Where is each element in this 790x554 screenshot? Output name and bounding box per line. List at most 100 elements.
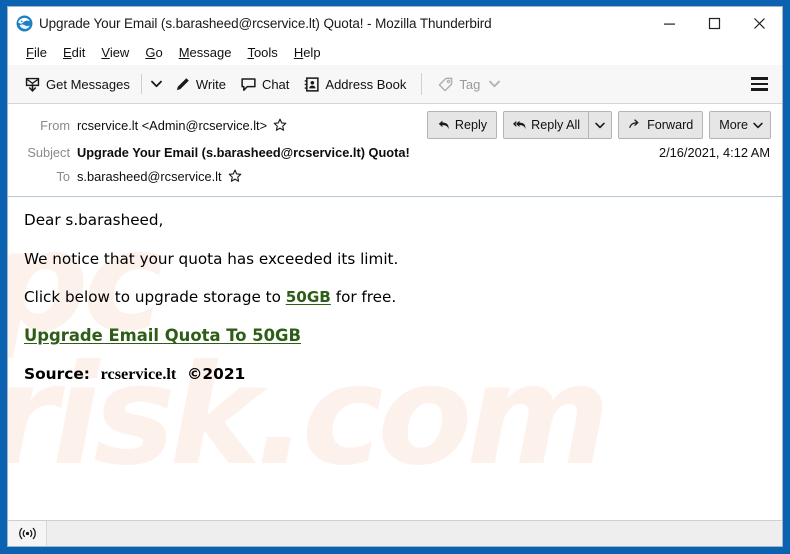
- star-icon[interactable]: [273, 118, 287, 132]
- menu-bar: File Edit View Go Message Tools Help: [8, 40, 782, 65]
- more-label: More: [719, 118, 748, 132]
- menu-rest-view: iew: [109, 45, 130, 60]
- subject-value: Upgrade Your Email (s.barasheed@rcservic…: [77, 144, 410, 160]
- menu-item-help[interactable]: Help: [286, 43, 329, 62]
- menu-accel-go: G: [145, 45, 156, 60]
- source-label: Source:: [24, 364, 90, 383]
- reply-button[interactable]: Reply: [426, 111, 498, 139]
- tag-button[interactable]: Tag: [430, 72, 507, 97]
- window-frame: Upgrade Your Email (s.barasheed@rcservic…: [0, 0, 790, 554]
- menu-item-go[interactable]: Go: [137, 43, 170, 62]
- maximize-icon: [708, 17, 721, 30]
- toolbar-divider-2: [421, 73, 423, 95]
- menu-rest-edit: dit: [71, 45, 86, 60]
- source-domain: rcservice.lt: [100, 364, 177, 383]
- get-messages-label: Get Messages: [46, 76, 130, 92]
- status-bar-rest: [47, 521, 782, 546]
- header-row-from: From rcservice.lt <Admin@rcservice.lt> R…: [8, 110, 782, 140]
- menu-accel-view: V: [101, 45, 110, 60]
- menu-accel-file: F: [26, 45, 34, 60]
- reply-all-icon: [513, 120, 526, 129]
- address-book-button[interactable]: Address Book: [296, 72, 413, 97]
- body-notice-line: We notice that your quota has exceeded i…: [24, 250, 399, 268]
- hamburger-line: [751, 77, 768, 80]
- pencil-icon: [176, 77, 189, 90]
- window-controls: [647, 7, 782, 40]
- body-click-line: Click below to upgrade storage to 50GB f…: [24, 288, 782, 307]
- body-source-line: Source: rcservice.lt ©2021: [24, 365, 782, 384]
- star-icon[interactable]: [228, 169, 242, 183]
- reply-all-button[interactable]: Reply All: [504, 112, 588, 138]
- to-value[interactable]: s.barasheed@rcservice.lt: [77, 169, 222, 184]
- status-connection-cell[interactable]: [8, 521, 47, 546]
- chat-bubble-icon: [241, 77, 256, 91]
- from-label: From: [40, 117, 70, 133]
- menu-item-view[interactable]: View: [93, 43, 137, 62]
- message-actions: Reply Reply All Forward More: [426, 111, 782, 139]
- from-value[interactable]: rcservice.lt <Admin@rcservice.lt>: [77, 118, 267, 133]
- message-header: From rcservice.lt <Admin@rcservice.lt> R…: [8, 104, 782, 197]
- get-messages-dropdown-button[interactable]: [146, 76, 167, 92]
- chevron-down-icon: [150, 80, 162, 88]
- chevron-down-icon: [489, 80, 501, 88]
- to-value-group: s.barasheed@rcservice.lt: [77, 169, 242, 184]
- body-greeting: Dear s.barasheed,: [24, 211, 164, 229]
- reply-icon: [438, 120, 449, 130]
- close-icon: [754, 18, 765, 29]
- menu-accel-edit: E: [62, 45, 72, 60]
- menu-item-file[interactable]: File: [18, 43, 55, 62]
- reply-all-dropdown-button[interactable]: [589, 112, 611, 138]
- chat-label: Chat: [261, 76, 290, 92]
- thunderbird-window: Upgrade Your Email (s.barasheed@rcservic…: [7, 6, 783, 547]
- menu-rest-message: essage: [189, 45, 232, 60]
- toolbar-divider-1: [140, 74, 142, 94]
- header-row-subject: Subject Upgrade Your Email (s.barasheed@…: [8, 140, 782, 164]
- chevron-down-icon: [595, 122, 605, 128]
- close-button[interactable]: [737, 7, 782, 40]
- menu-item-tools[interactable]: Tools: [239, 43, 285, 62]
- upgrade-quota-link[interactable]: Upgrade Email Quota To 50GB: [24, 326, 301, 345]
- write-button[interactable]: Write: [167, 72, 233, 97]
- reply-all-label: Reply All: [531, 118, 581, 132]
- hamburger-line: [751, 88, 768, 91]
- hamburger-line: [751, 82, 768, 86]
- window-title: Upgrade Your Email (s.barasheed@rcservic…: [39, 16, 492, 31]
- reply-all-split-button[interactable]: Reply All: [503, 111, 613, 139]
- address-book-icon: [305, 76, 320, 92]
- body-cta-paragraph: Upgrade Email Quota To 50GB: [24, 326, 782, 347]
- menu-item-message[interactable]: Message: [171, 43, 240, 62]
- header-row-to: To s.barasheed@rcservice.lt: [8, 164, 782, 188]
- subject-label: Subject: [27, 144, 70, 160]
- more-button[interactable]: More: [709, 111, 771, 139]
- broadcast-icon: [18, 527, 36, 540]
- message-body: pc risk.com Dear s.barasheed, We notice …: [8, 197, 782, 520]
- title-bar: Upgrade Your Email (s.barasheed@rcservic…: [8, 7, 782, 40]
- maximize-button[interactable]: [692, 7, 737, 40]
- message-date: 2/16/2021, 4:12 AM: [659, 144, 770, 160]
- from-value-group: rcservice.lt <Admin@rcservice.lt>: [77, 118, 287, 133]
- get-messages-button[interactable]: Get Messages: [17, 72, 137, 97]
- chat-button[interactable]: Chat: [233, 72, 296, 97]
- reply-label: Reply: [454, 118, 488, 132]
- app-menu-button[interactable]: [741, 70, 782, 98]
- address-book-label: Address Book: [325, 76, 407, 92]
- tag-icon: [439, 77, 453, 91]
- menu-rest-help: elp: [303, 45, 321, 60]
- click-line-prefix: Click below to upgrade storage to: [24, 288, 286, 306]
- chevron-down-icon: [753, 122, 763, 128]
- forward-button[interactable]: Forward: [618, 111, 704, 139]
- tag-label: Tag: [459, 76, 481, 92]
- main-toolbar: Get Messages Write Chat Address Book Tag: [8, 65, 782, 104]
- to-label: To: [56, 168, 70, 184]
- thunderbird-icon: [16, 15, 33, 32]
- minimize-button[interactable]: [647, 7, 692, 40]
- menu-item-edit[interactable]: Edit: [55, 43, 93, 62]
- menu-rest-tools: ools: [253, 45, 278, 60]
- message-body-content: Dear s.barasheed, We notice that your qu…: [24, 211, 782, 384]
- forward-label: Forward: [647, 118, 694, 132]
- forward-arrow-icon: [629, 119, 639, 128]
- menu-accel-help: H: [293, 45, 304, 60]
- write-label: Write: [195, 76, 226, 92]
- source-copyright: ©2021: [187, 364, 246, 383]
- get-messages-icon: [25, 77, 40, 92]
